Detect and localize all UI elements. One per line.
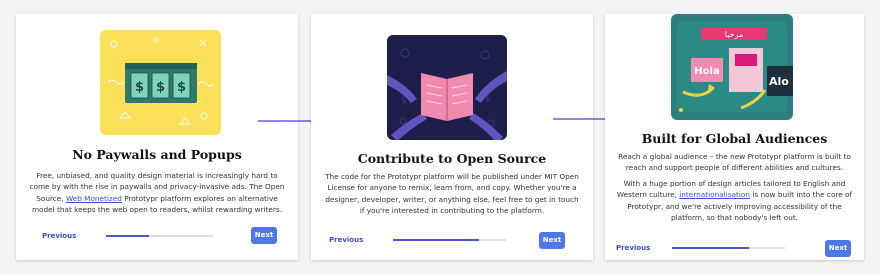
svg-text:$: $ bbox=[135, 80, 144, 95]
web-monetized-link[interactable]: Web Monetized bbox=[66, 194, 122, 203]
open-book-illustration: $ $ bbox=[387, 35, 507, 140]
spanish-greeting: Hola bbox=[694, 66, 719, 77]
arabic-greeting: مرحبا bbox=[725, 30, 744, 39]
progress-fill bbox=[393, 239, 479, 241]
svg-text:$: $ bbox=[485, 94, 491, 104]
step-description: The code for the Prototypr platform will… bbox=[325, 172, 579, 216]
other-greeting: Alo bbox=[769, 75, 789, 88]
step-title: Built for Global Audiences bbox=[641, 131, 828, 146]
previous-button[interactable]: Previous bbox=[42, 232, 76, 240]
svg-text:$: $ bbox=[177, 80, 186, 95]
step-description: Reach a global audience – the new Protot… bbox=[616, 152, 853, 223]
next-button[interactable]: Next bbox=[251, 227, 277, 244]
global-language-illustration: مرحبا Hola Alo bbox=[671, 14, 793, 120]
previous-button[interactable]: Previous bbox=[616, 244, 650, 252]
previous-button[interactable]: Previous bbox=[329, 236, 363, 244]
svg-text:$: $ bbox=[156, 80, 165, 95]
step-card-global: مرحبا Hola Alo Built for Global Audience… bbox=[605, 14, 864, 260]
money-screen-illustration: $ $ $ bbox=[100, 30, 221, 135]
svg-text:$: $ bbox=[401, 96, 407, 106]
step-title: Contribute to Open Source bbox=[357, 151, 547, 166]
progress-bar bbox=[393, 239, 506, 241]
step-title: No Paywalls and Popups bbox=[72, 147, 242, 162]
step-card-paywalls: $ $ $ No Paywalls and Popups Free, unbiase… bbox=[16, 14, 298, 260]
internationalisation-link[interactable]: internationalisation bbox=[679, 190, 750, 199]
progress-bar bbox=[672, 247, 785, 249]
step-card-open-source: $ $ Contribute to Open Source The code fo… bbox=[311, 14, 593, 260]
step-description: Free, unbiased, and quality design mater… bbox=[29, 171, 285, 215]
next-button[interactable]: Next bbox=[539, 232, 565, 249]
next-button[interactable]: Next bbox=[825, 240, 851, 257]
progress-fill bbox=[672, 247, 749, 249]
progress-fill bbox=[106, 235, 149, 237]
progress-bar bbox=[106, 235, 213, 237]
